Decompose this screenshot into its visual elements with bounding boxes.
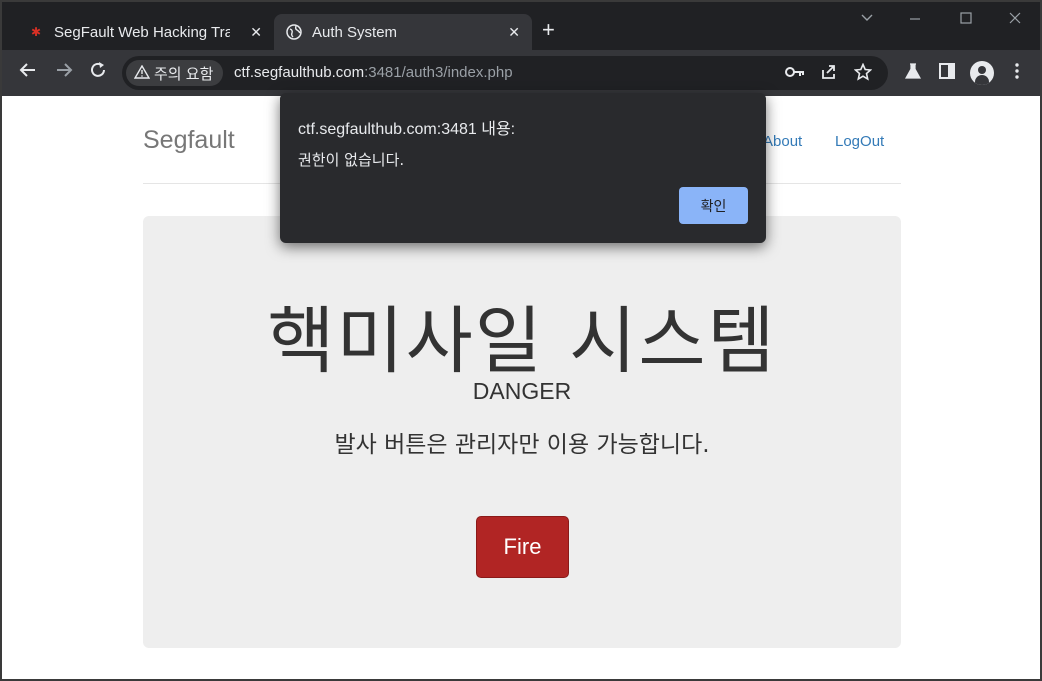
reload-icon[interactable] — [86, 60, 110, 86]
close-tab-icon[interactable]: ✕ — [508, 24, 520, 41]
tab-search-icon[interactable] — [860, 10, 874, 29]
page-description: 발사 버튼은 관리자만 이용 가능합니다. — [334, 432, 710, 458]
jumbotron: 핵미사일 시스템 DANGER 발사 버튼은 관리자만 이용 가능합니다. Fi… — [143, 216, 901, 648]
tab-title: Auth System — [312, 23, 398, 41]
back-icon[interactable] — [16, 60, 40, 86]
warning-icon — [133, 64, 151, 82]
key-icon[interactable] — [784, 63, 806, 86]
bookmark-star-icon[interactable] — [853, 62, 873, 86]
forward-icon[interactable] — [52, 60, 76, 86]
url-text[interactable]: ctf.segfaulthub.com:3481/auth3/index.php — [234, 64, 513, 81]
url-host: ctf.segfaulthub.com — [234, 64, 365, 81]
side-panel-icon[interactable] — [938, 62, 956, 85]
fire-button[interactable]: Fire — [476, 516, 569, 578]
dialog-heading: ctf.segfaulthub.com:3481 내용: — [298, 121, 516, 138]
dialog-ok-button[interactable]: 확인 — [679, 187, 748, 224]
browser-toolbar: 주의 요함 ctf.segfaulthub.com:3481/auth3/ind… — [2, 50, 1040, 96]
browser-window: ✱ SegFault Web Hacking Trai ✕ Auth Syste… — [0, 0, 1042, 681]
close-window-icon[interactable] — [1008, 10, 1022, 29]
profile-avatar-icon[interactable] — [970, 61, 994, 85]
tab-strip: ✱ SegFault Web Hacking Trai ✕ Auth Syste… — [2, 2, 1040, 50]
address-bar[interactable]: 주의 요함 ctf.segfaulthub.com:3481/auth3/ind… — [122, 56, 888, 90]
close-tab-icon[interactable]: ✕ — [250, 24, 262, 41]
danger-subtitle: DANGER — [472, 378, 572, 404]
nav-about-link[interactable]: About — [763, 133, 802, 150]
security-warning-chip[interactable]: 주의 요함 — [126, 60, 224, 86]
avatar-head — [978, 66, 986, 74]
url-path: :3481/auth3/index.php — [364, 64, 513, 81]
nav-logout-link[interactable]: LogOut — [835, 133, 884, 150]
bug-icon: ✱ — [30, 25, 42, 39]
maximize-icon[interactable] — [959, 10, 973, 29]
tab-title: SegFault Web Hacking Trai — [54, 23, 230, 41]
new-tab-button[interactable]: + — [542, 18, 555, 42]
labs-flask-icon[interactable] — [904, 62, 922, 85]
globe-icon — [286, 24, 302, 40]
dialog-message: 권한이 없습니다. — [298, 151, 405, 169]
security-label: 주의 요함 — [154, 65, 214, 83]
minimize-icon[interactable] — [908, 10, 922, 29]
menu-kebab-icon[interactable] — [1008, 62, 1026, 85]
tab-auth-system[interactable]: Auth System ✕ — [274, 14, 532, 50]
alert-dialog: ctf.segfaulthub.com:3481 내용: 권한이 없습니다. 확… — [280, 93, 766, 243]
page-title: 핵미사일 시스템 — [267, 299, 777, 384]
avatar-body — [975, 75, 989, 85]
share-icon[interactable] — [820, 63, 838, 86]
site-brand[interactable]: Segfault — [143, 126, 235, 155]
tab-segfault[interactable]: ✱ SegFault Web Hacking Trai ✕ — [16, 14, 274, 50]
